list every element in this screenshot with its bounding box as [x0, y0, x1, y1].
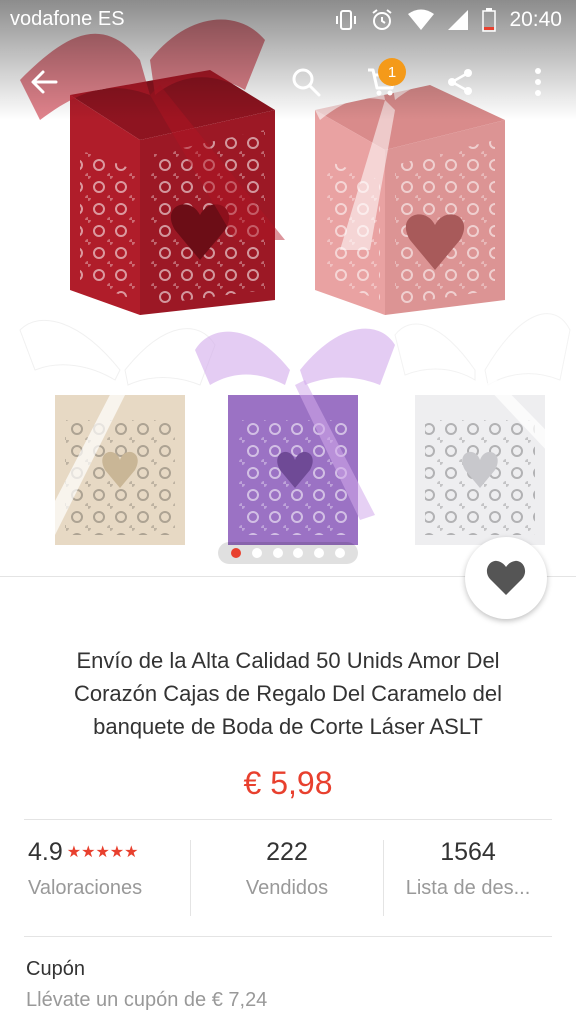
status-icons [336, 8, 496, 32]
pager-dot[interactable] [231, 548, 242, 558]
gallery-pager[interactable] [218, 542, 358, 564]
share-button[interactable] [436, 58, 484, 106]
clock-time: 20:40 [509, 8, 562, 31]
sold-label: Vendidos [245, 877, 329, 899]
wishlist-stat[interactable]: 1564 Lista de des... [384, 838, 552, 918]
pager-dot[interactable] [251, 548, 262, 558]
price-divider [24, 819, 552, 820]
coupon-title[interactable]: Cupón [26, 958, 85, 981]
product-detail-screen: vodafone ES 20:40 1 Envío de la Alta Cal… [0, 0, 576, 1024]
sold-stat: 222 Vendidos [191, 838, 383, 918]
cart-count-badge: 1 [378, 58, 406, 86]
add-to-wishlist-button[interactable] [465, 537, 547, 619]
rating-row: 4.9 ★★★★★ [28, 838, 188, 867]
heart-icon [486, 560, 526, 595]
wishlist-value: 1564 [440, 838, 496, 866]
product-title: Envío de la Alta Calidad 50 Unids Amor D… [73, 648, 502, 739]
purple-gift-box [195, 328, 395, 545]
signal-icon [448, 10, 468, 30]
status-bar: vodafone ES 20:40 [0, 0, 576, 40]
share-icon [448, 69, 472, 95]
rating-label: Valoraciones [28, 877, 143, 899]
cream-gift-box [19, 319, 216, 545]
back-button[interactable] [20, 58, 68, 106]
stats-divider [24, 936, 552, 937]
app-toolbar: 1 [0, 52, 576, 116]
arrow-left-icon [31, 70, 58, 94]
pager-dot[interactable] [313, 548, 324, 558]
more-vertical-icon [535, 68, 541, 96]
rating-stat[interactable]: 4.9 ★★★★★ Valoraciones [28, 838, 188, 918]
sold-value: 222 [266, 838, 308, 866]
star-rating-icons: ★★★★★ [66, 844, 139, 861]
wishlist-label: Lista de des... [405, 877, 531, 899]
cart-button[interactable]: 1 [358, 58, 406, 106]
pager-dot[interactable] [272, 548, 283, 558]
product-price: € 5,98 [243, 765, 333, 801]
more-options-button[interactable] [514, 58, 562, 106]
alarm-icon [372, 9, 392, 30]
coupon-subtitle[interactable]: Llévate un cupón de € 7,24 [26, 989, 267, 1012]
search-button[interactable] [282, 58, 330, 106]
product-stats: 4.9 ★★★★★ Valoraciones 222 Vendidos 1564 … [24, 838, 552, 918]
pager-dot[interactable] [293, 548, 304, 558]
white-gift-box [394, 313, 575, 545]
carrier-name: vodafone ES [10, 8, 125, 30]
rating-value: 4.9 [28, 838, 63, 866]
wifi-icon [408, 9, 434, 30]
vibrate-icon [336, 10, 356, 30]
battery-icon [482, 8, 496, 32]
pager-dot[interactable] [334, 548, 345, 558]
search-icon [292, 68, 321, 97]
